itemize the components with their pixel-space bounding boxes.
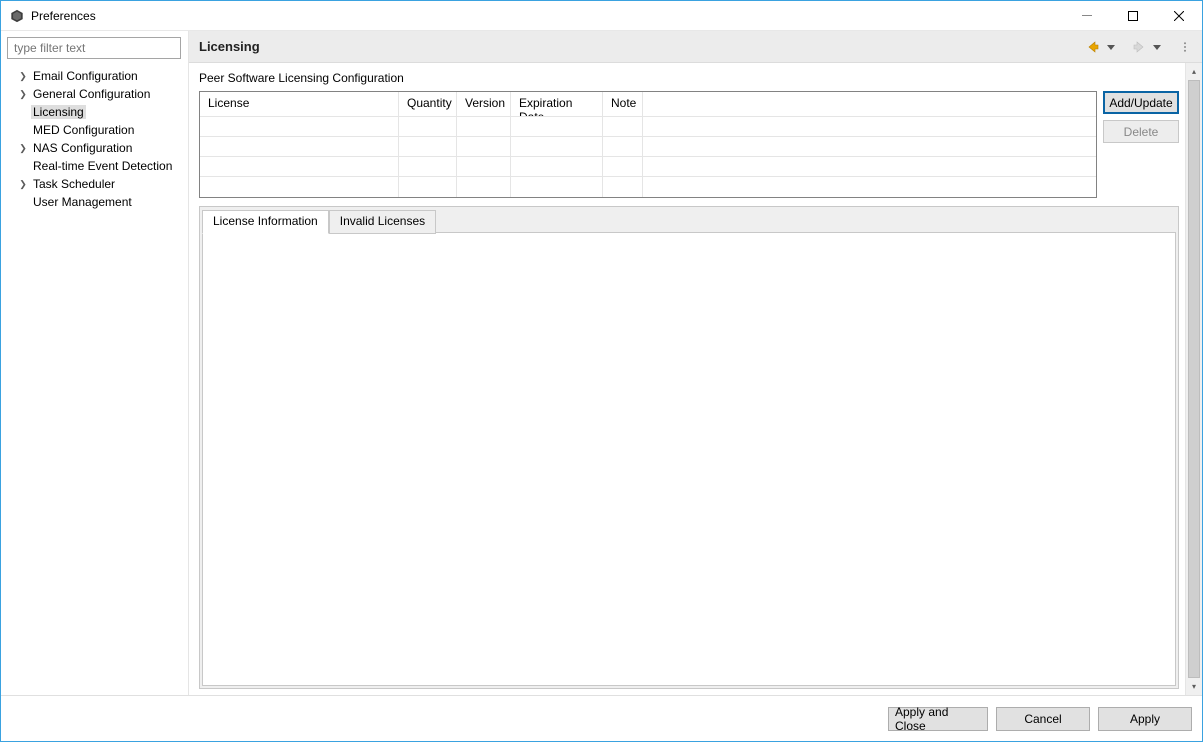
- tab-license-information[interactable]: License Information: [202, 210, 329, 234]
- window-controls: [1064, 1, 1202, 30]
- back-icon[interactable]: [1086, 40, 1100, 54]
- delete-button[interactable]: Delete: [1103, 120, 1179, 143]
- tabs-area: License Information Invalid Licenses: [199, 206, 1179, 689]
- filter-input[interactable]: [7, 37, 181, 59]
- preferences-window: Preferences ❯ Email Configuration ❯ Gene…: [0, 0, 1203, 742]
- tree-item-med-configuration[interactable]: ❯ MED Configuration: [13, 121, 182, 139]
- table-row[interactable]: [200, 137, 1096, 157]
- content-inner: Peer Software Licensing Configuration Li…: [189, 63, 1202, 695]
- app-icon: [9, 8, 25, 24]
- chevron-right-icon: ❯: [17, 142, 29, 154]
- tree-item-email-configuration[interactable]: ❯ Email Configuration: [13, 67, 182, 85]
- column-header-spacer: [643, 92, 1096, 117]
- column-header-quantity[interactable]: Quantity: [399, 92, 457, 117]
- back-menu-chevron-icon[interactable]: [1104, 40, 1118, 54]
- minimize-button[interactable]: [1064, 1, 1110, 30]
- dialog-footer: Apply and Close Cancel Apply: [1, 695, 1202, 741]
- tree-item-label: Real-time Event Detection: [31, 159, 174, 173]
- tree-item-nas-configuration[interactable]: ❯ NAS Configuration: [13, 139, 182, 157]
- tree-item-user-management[interactable]: ❯ User Management: [13, 193, 182, 211]
- tab-invalid-licenses[interactable]: Invalid Licenses: [329, 210, 436, 234]
- scroll-down-icon[interactable]: ▾: [1186, 678, 1202, 695]
- license-table[interactable]: License Quantity Version Expiration Date…: [199, 91, 1097, 198]
- forward-icon[interactable]: [1132, 40, 1146, 54]
- chevron-right-icon: ❯: [17, 178, 29, 190]
- titlebar: Preferences: [1, 1, 1202, 31]
- tree-item-label: Email Configuration: [31, 69, 140, 83]
- header-toolbar: [1086, 40, 1192, 54]
- tree-item-label: NAS Configuration: [31, 141, 134, 155]
- page-title: Licensing: [199, 39, 260, 54]
- table-row[interactable]: [200, 157, 1096, 177]
- scroll-up-icon[interactable]: ▴: [1186, 63, 1202, 80]
- column-header-version[interactable]: Version: [457, 92, 511, 117]
- main-area: Peer Software Licensing Configuration Li…: [189, 63, 1185, 695]
- apply-button[interactable]: Apply: [1098, 707, 1192, 731]
- content: Licensing: [189, 31, 1202, 695]
- close-button[interactable]: [1156, 1, 1202, 30]
- maximize-button[interactable]: [1110, 1, 1156, 30]
- table-row[interactable]: [200, 117, 1096, 137]
- content-header: Licensing: [189, 31, 1202, 63]
- tree-item-label: MED Configuration: [31, 123, 136, 137]
- tabs-strip: License Information Invalid Licenses: [202, 209, 1176, 233]
- scroll-track[interactable]: [1186, 80, 1202, 678]
- tree-item-label: User Management: [31, 195, 134, 209]
- tree-item-label: Licensing: [31, 105, 86, 119]
- chevron-right-icon: ❯: [17, 88, 29, 100]
- tree-item-label: Task Scheduler: [31, 177, 117, 191]
- sidebar: ❯ Email Configuration ❯ General Configur…: [1, 31, 189, 695]
- table-buttons: Add/Update Delete: [1103, 91, 1179, 143]
- table-header-row: License Quantity Version Expiration Date…: [200, 92, 1096, 117]
- tree-item-licensing[interactable]: ❯ Licensing: [13, 103, 182, 121]
- tree-item-realtime-event-detection[interactable]: ❯ Real-time Event Detection: [13, 157, 182, 175]
- tree-item-general-configuration[interactable]: ❯ General Configuration: [13, 85, 182, 103]
- view-menu-icon[interactable]: [1178, 40, 1192, 54]
- scroll-thumb[interactable]: [1188, 80, 1200, 678]
- nav-tree: ❯ Email Configuration ❯ General Configur…: [7, 67, 182, 211]
- dialog-body: ❯ Email Configuration ❯ General Configur…: [1, 31, 1202, 695]
- cancel-button[interactable]: Cancel: [996, 707, 1090, 731]
- forward-menu-chevron-icon[interactable]: [1150, 40, 1164, 54]
- table-body: [200, 117, 1096, 197]
- column-header-license[interactable]: License: [200, 92, 399, 117]
- apply-and-close-button[interactable]: Apply and Close: [888, 707, 988, 731]
- vertical-scrollbar[interactable]: ▴ ▾: [1185, 63, 1202, 695]
- tab-pane-license-information: [202, 232, 1176, 686]
- tree-item-task-scheduler[interactable]: ❯ Task Scheduler: [13, 175, 182, 193]
- section-label: Peer Software Licensing Configuration: [199, 69, 1179, 91]
- window-title: Preferences: [31, 9, 96, 23]
- chevron-right-icon: ❯: [17, 70, 29, 82]
- add-update-button[interactable]: Add/Update: [1103, 91, 1179, 114]
- table-zone: License Quantity Version Expiration Date…: [199, 91, 1179, 198]
- column-header-expiration[interactable]: Expiration Date: [511, 92, 603, 117]
- tree-item-label: General Configuration: [31, 87, 152, 101]
- table-row[interactable]: [200, 177, 1096, 197]
- column-header-note[interactable]: Note: [603, 92, 643, 117]
